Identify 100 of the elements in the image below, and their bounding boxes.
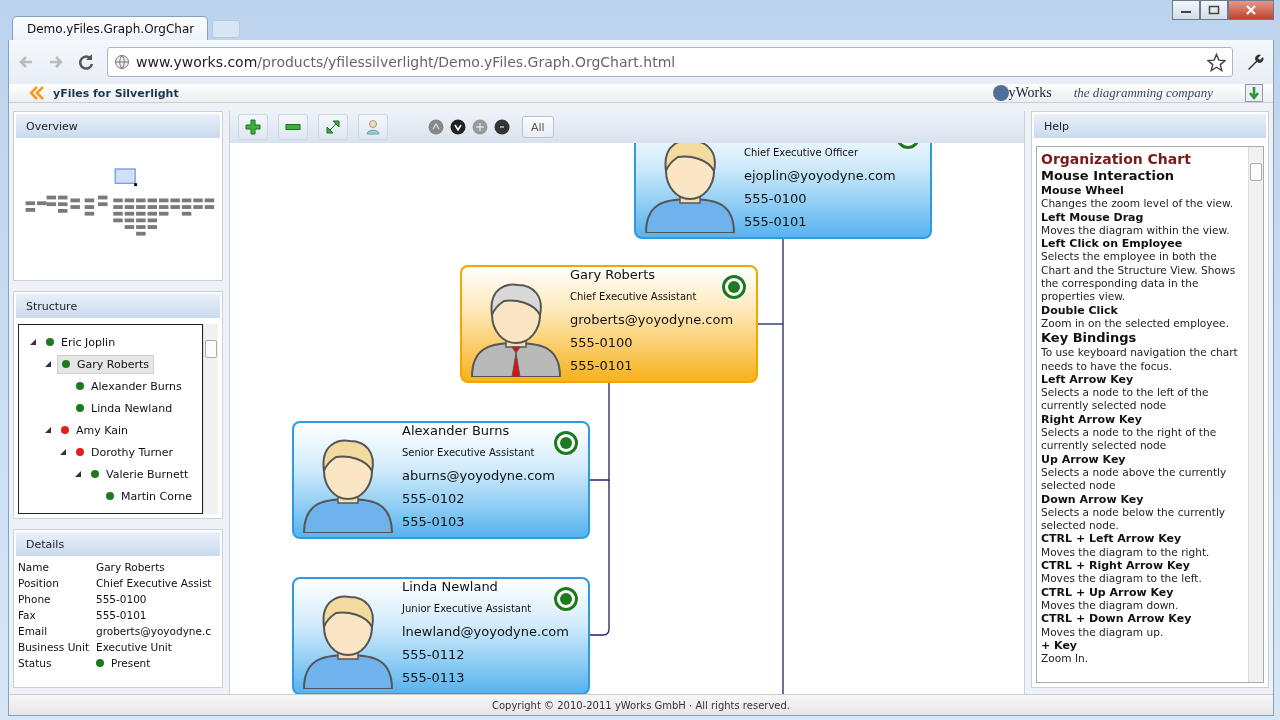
help-description: Selects the employee in both the Chart and the Structure View. Shows the corresponding data in the properties view. — [1041, 250, 1237, 304]
employee-name: Linda Newland — [402, 579, 499, 596]
tab-title: Demo.yFiles.Graph.OrgChar — [27, 21, 195, 36]
help-section-heading: Mouse Interaction — [1041, 168, 1176, 184]
panel-header: Details — [16, 532, 220, 556]
employee-card[interactable]: Gary Roberts Chief Executive Assistant groberts@yoyodyne.com 555-0100 555-0101 — [460, 265, 758, 383]
tree-item[interactable]: Gary Roberts — [57, 354, 154, 374]
help-description: Zoom In. — [1041, 652, 1090, 666]
help-description: Changes the zoom level of the view. — [1041, 197, 1235, 211]
expand-triangle-icon[interactable] — [44, 426, 52, 434]
tree-item[interactable]: Martin Corne — [102, 487, 197, 505]
add-button[interactable] — [238, 114, 268, 140]
help-section-heading: Key Bindings — [1041, 330, 1138, 347]
address-field[interactable]: www.yworks.com/products/yfilessilverlight/Demo.yFiles.Graph.OrgChart.html — [107, 47, 1233, 77]
tagline: the diagramming company — [1073, 85, 1213, 101]
detail-label: Business Unit — [18, 640, 90, 654]
expand-triangle-icon[interactable] — [29, 338, 37, 346]
detail-label: Phone — [18, 592, 52, 606]
panel-header: Structure — [16, 294, 220, 318]
tree-item[interactable]: Alexander Burns — [72, 377, 186, 395]
help-term: Down Arrow Key — [1041, 492, 1145, 506]
double-chevron-icon — [29, 86, 45, 100]
reload-icon[interactable] — [77, 53, 95, 71]
job-title: Chief Executive Assistant — [570, 290, 698, 304]
url-path: /products/yfilessilverlight/Demo.yFiles.Graph.OrgChart.html — [257, 54, 677, 70]
all-button[interactable]: All — [522, 116, 554, 138]
scrollbar[interactable] — [1248, 147, 1263, 682]
minimize-button[interactable] — [1172, 0, 1200, 20]
expand-triangle-icon[interactable] — [74, 470, 82, 478]
job-title: Junior Executive Assistant — [402, 602, 533, 616]
employee-card[interactable]: Alexander Burns Senior Executive Assistant aburns@yoyodyne.com 555-0102 555-0103 — [292, 421, 590, 539]
diagonal-arrow-icon — [325, 119, 341, 135]
detail-label: Fax — [18, 608, 37, 622]
remove-button[interactable] — [278, 114, 308, 140]
browser-tab[interactable]: Demo.yFiles.Graph.OrgChar — [12, 16, 208, 40]
email-text: aburns@yoyodyne.com — [402, 467, 556, 485]
help-term: CTRL + Right Arrow Key — [1041, 559, 1191, 573]
product-name: yFiles for Silverlight — [53, 86, 179, 100]
help-description: Selects a node below the currently selected node. — [1041, 505, 1227, 533]
globe-icon — [114, 54, 130, 70]
employee-card[interactable]: Linda Newland Junior Executive Assistant lnewland@yoyodyne.com 555-0112 555-0113 — [292, 577, 590, 694]
help-term: Mouse Wheel — [1041, 184, 1125, 198]
detail-value: Gary Roberts — [96, 560, 166, 574]
phone-number: 555-0100 — [570, 334, 634, 352]
help-description: Moves the diagram up. — [1041, 625, 1165, 639]
maximize-button[interactable] — [1200, 0, 1228, 20]
help-description: Selects a node to the right of the currently selected node — [1041, 426, 1218, 453]
detail-value: Chief Executive Assist — [96, 576, 213, 590]
down-icon[interactable] — [450, 119, 466, 135]
help-description: Moves the diagram to the left. — [1041, 572, 1203, 586]
help-term: Double Click — [1041, 303, 1119, 317]
tree-item[interactable]: Dorothy Turner — [72, 443, 178, 461]
person-icon — [365, 119, 381, 135]
phone-number: 555-0102 — [402, 490, 466, 508]
close-button[interactable] — [1228, 0, 1274, 20]
help-description: Moves the diagram within the view. — [1041, 223, 1231, 238]
help-term: Left Click on Employee — [1041, 237, 1184, 251]
scrollbar[interactable] — [203, 324, 218, 514]
fax-number: 555-0101 — [570, 357, 634, 375]
star-icon[interactable] — [1207, 52, 1226, 72]
help-description: Selects a node to the left of the currently selected node — [1041, 386, 1210, 413]
help-description: Moves the diagram to the right. — [1041, 545, 1211, 559]
help-term: CTRL + Down Arrow Key — [1041, 612, 1193, 626]
fax-number: 555-0103 — [402, 513, 466, 531]
help-term: Left Mouse Drag — [1041, 210, 1145, 224]
detail-label: Position — [18, 576, 60, 590]
employee-card[interactable]: Chief Executive Officer ejoplin@yoyodyne.com 555-0100 555-0101 — [634, 143, 932, 239]
detail-value: Present — [111, 656, 151, 670]
maximize-icon — [1208, 5, 1220, 15]
download-icon[interactable] — [1245, 84, 1263, 102]
help-description: Zoom in on the selected employee. — [1041, 316, 1230, 331]
detail-label: Name — [18, 560, 50, 574]
copyright-text: Copyright © 2010-2011 yWorks GmbH · All rights reserved. — [492, 699, 790, 711]
panel-header: Overview — [16, 114, 220, 138]
email-text: groberts@yoyodyne.com — [570, 311, 735, 329]
expand-triangle-icon[interactable] — [59, 448, 67, 456]
employee-name: Gary Roberts — [570, 267, 657, 284]
expand-triangle-icon[interactable] — [44, 360, 52, 368]
detail-value: 555-0100 — [96, 592, 148, 606]
panel-header: Help — [1034, 114, 1266, 138]
fax-number: 555-0113 — [402, 669, 466, 687]
job-title: Chief Executive Officer — [744, 146, 860, 160]
url-host: www.yworks.com — [136, 54, 258, 70]
tree-item[interactable]: Linda Newland — [72, 399, 177, 417]
help-title: Organization Chart — [1041, 151, 1192, 168]
tree-item[interactable]: Amy Kain — [57, 421, 133, 439]
phone-number: 555-0100 — [744, 190, 808, 208]
job-title: Senior Executive Assistant — [402, 446, 536, 460]
detail-label: Status — [18, 656, 53, 670]
close-icon — [1245, 5, 1257, 15]
detail-label: Email — [18, 624, 49, 638]
help-term: CTRL + Left Arrow Key — [1041, 532, 1183, 546]
tree-item[interactable]: Valerie Burnett — [87, 465, 193, 483]
help-term: + Key — [1041, 638, 1078, 653]
help-term: CTRL + Up Arrow Key — [1041, 585, 1175, 599]
email-text: lnewland@yoyodyne.com — [402, 623, 570, 641]
up-icon[interactable] — [428, 119, 444, 135]
zoom-out-icon[interactable] — [494, 119, 510, 135]
tree-item[interactable]: Eric Joplin — [42, 333, 120, 351]
fit-button[interactable] — [318, 114, 348, 140]
